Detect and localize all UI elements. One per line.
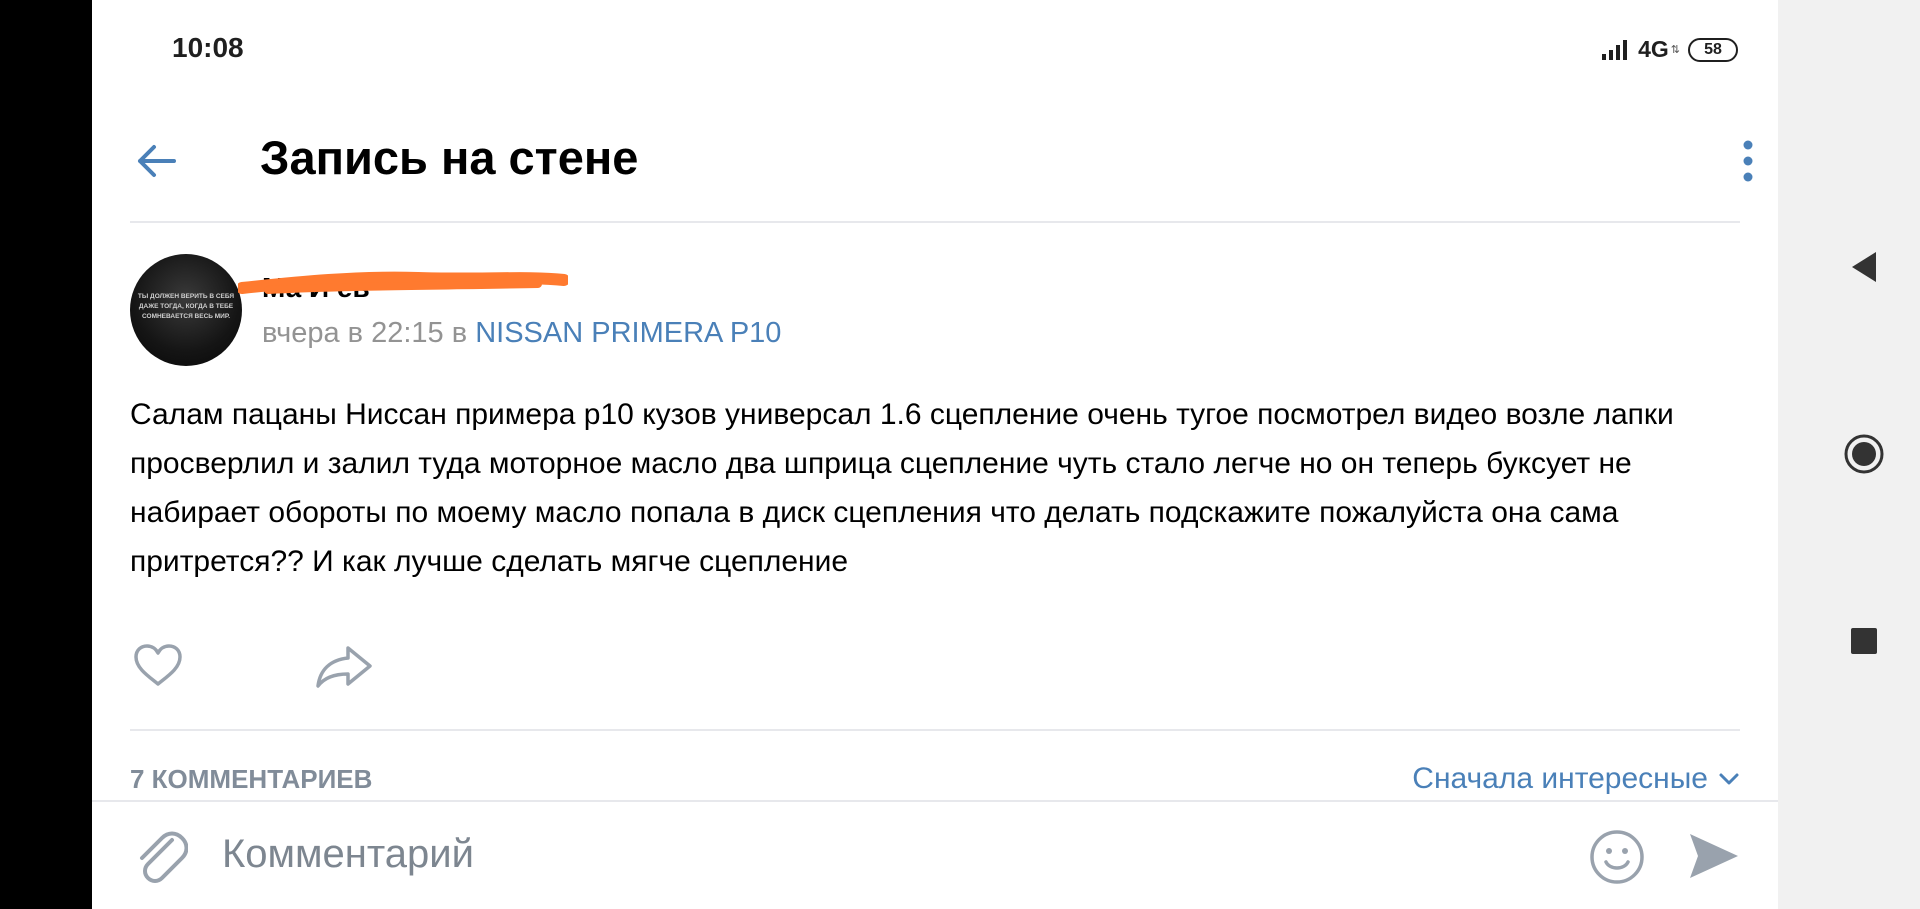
actions-divider — [130, 729, 1740, 731]
page-title: Запись на стене — [260, 131, 639, 184]
chevron-down-icon — [1719, 773, 1739, 785]
battery-indicator: 58 — [1688, 37, 1738, 62]
comments-count: 7 КОММЕНТАРИЕВ — [130, 764, 373, 794]
paperclip-icon[interactable] — [132, 826, 188, 886]
app-header: Запись на стене — [92, 100, 1778, 220]
status-time: 10:08 — [172, 32, 244, 63]
more-options-icon[interactable] — [1738, 136, 1758, 186]
heart-icon[interactable] — [130, 638, 186, 694]
device-frame: 10:08 4G ⇅ 58 Запись на стене ТЫ ДОЛЖЕН … — [0, 0, 1920, 909]
avatar-caption: ТЫ ДОЛЖЕН ВЕРИТЬ В СЕБЯ ДАЖЕ ТОГДА, КОГД… — [137, 293, 235, 320]
nav-home-icon[interactable] — [1843, 433, 1885, 475]
post-text: Салам пацаны Ниссан примера р10 кузов ун… — [130, 398, 1674, 578]
comment-input[interactable] — [222, 822, 1222, 886]
comment-composer — [92, 800, 1778, 909]
post-meta: вчера в 22:15 в NISSAN PRIMERA P10 — [262, 317, 781, 350]
network-type: 4G — [1638, 36, 1669, 62]
header-divider — [130, 221, 1740, 223]
back-arrow-icon[interactable] — [132, 136, 182, 186]
share-icon[interactable] — [314, 640, 374, 692]
status-indicators: 4G ⇅ 58 — [1600, 36, 1738, 63]
app-screen: 10:08 4G ⇅ 58 Запись на стене ТЫ ДОЛЖЕН … — [92, 0, 1778, 909]
status-bar: 10:08 4G ⇅ 58 — [92, 0, 1778, 100]
sort-label: Сначала интересные — [1412, 762, 1708, 795]
comments-sort-button[interactable]: Сначала интересные — [1412, 762, 1740, 796]
comments-bar: 7 КОММЕНТАРИЕВ Сначала интересные — [130, 760, 1740, 800]
post-time: вчера в 22:15 в — [262, 317, 476, 349]
signal-icon — [1602, 39, 1628, 60]
group-link[interactable]: NISSAN PRIMERA P10 — [475, 317, 781, 349]
redaction-scribble — [238, 271, 568, 294]
nav-recents-icon[interactable] — [1851, 628, 1877, 654]
left-black-bar — [0, 0, 92, 909]
data-activity-icon: ⇅ — [1670, 44, 1680, 56]
nav-back-icon[interactable] — [1848, 250, 1880, 284]
send-icon[interactable] — [1686, 828, 1742, 884]
post-header: ТЫ ДОЛЖЕН ВЕРИТЬ В СЕБЯ ДАЖЕ ТОГДА, КОГД… — [130, 254, 1740, 366]
smiley-icon[interactable] — [1588, 828, 1646, 886]
author-avatar[interactable]: ТЫ ДОЛЖЕН ВЕРИТЬ В СЕБЯ ДАЖЕ ТОГДА, КОГД… — [130, 254, 242, 366]
